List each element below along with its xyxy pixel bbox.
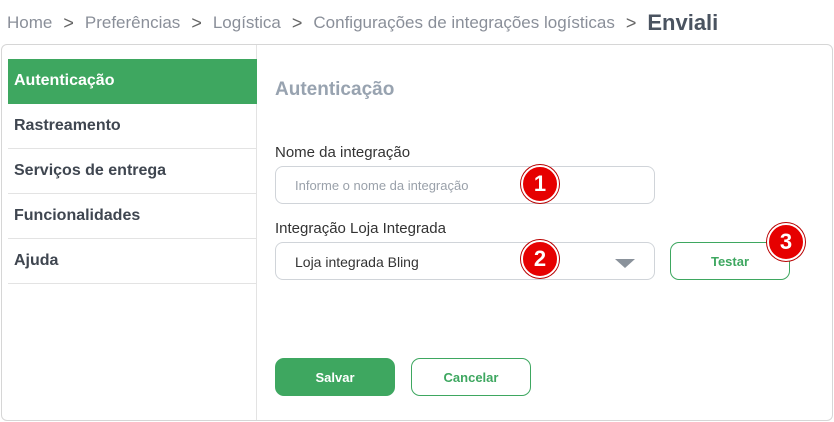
breadcrumb-separator: > <box>291 12 303 33</box>
breadcrumb-separator: > <box>191 12 202 33</box>
section-title: Autenticação <box>275 79 395 100</box>
integration-name-label: Nome da integração <box>275 144 411 161</box>
breadcrumb-separator: > <box>63 12 74 33</box>
integration-name-field <box>275 166 655 204</box>
sidebar-item-autenticacao[interactable]: Autenticação <box>8 59 257 104</box>
breadcrumb-configuracoes[interactable]: Configurações de integrações logísticas <box>313 13 614 33</box>
sidebar-item-servicos-de-entrega[interactable]: Serviços de entrega <box>8 149 257 194</box>
integration-name-input[interactable] <box>276 167 654 203</box>
settings-panel: Autenticação Rastreamento Serviços de en… <box>1 44 833 421</box>
breadcrumb-logistica[interactable]: Logística <box>213 13 281 33</box>
sidebar: Autenticação Rastreamento Serviços de en… <box>2 45 257 420</box>
loja-integrada-label: Integração Loja Integrada <box>275 220 446 237</box>
loja-integrada-selected-value: Loja integrada Bling <box>295 254 419 270</box>
breadcrumb-separator: > <box>625 12 637 33</box>
save-button[interactable]: Salvar <box>275 358 395 396</box>
sidebar-item-funcionalidades[interactable]: Funcionalidades <box>8 194 257 239</box>
annotation-marker-2: 2 <box>521 240 559 278</box>
breadcrumb-current: Enviali <box>647 10 719 35</box>
annotation-marker-1: 1 <box>521 165 559 203</box>
cancel-button[interactable]: Cancelar <box>411 358 531 396</box>
sidebar-item-rastreamento[interactable]: Rastreamento <box>8 104 257 149</box>
caret-down-icon <box>615 259 635 268</box>
annotation-marker-3: 3 <box>767 223 805 261</box>
breadcrumb: Home > Preferências > Logística > Config… <box>7 8 718 38</box>
loja-integrada-select[interactable]: Loja integrada Bling <box>275 242 655 280</box>
sidebar-item-ajuda[interactable]: Ajuda <box>8 239 257 284</box>
breadcrumb-home[interactable]: Home <box>7 13 52 33</box>
breadcrumb-preferencias[interactable]: Preferências <box>85 13 180 33</box>
